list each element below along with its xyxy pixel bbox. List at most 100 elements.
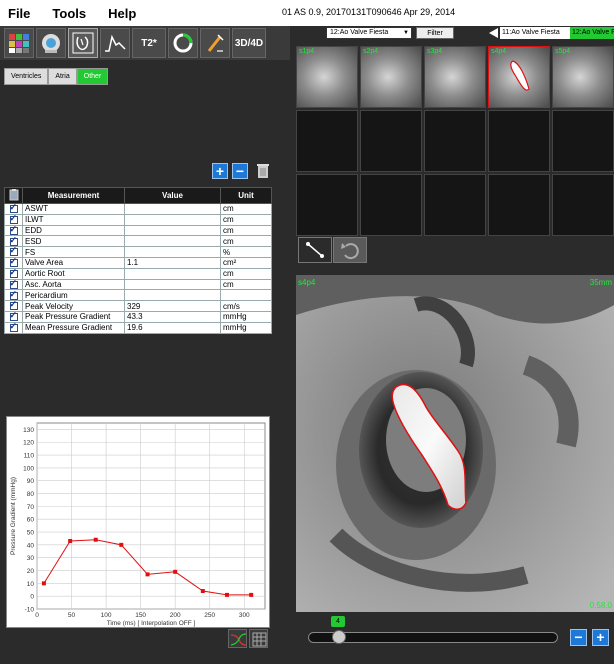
- table-header-row: Measurement Value Unit: [4, 187, 272, 204]
- checkmark-icon: [9, 299, 18, 311]
- previous-series-arrow-icon[interactable]: [489, 28, 498, 38]
- table-row[interactable]: FS%: [4, 245, 272, 258]
- phase-slider-value: 4: [331, 616, 345, 627]
- valve-contour-icon: [510, 60, 530, 91]
- measurement-unit: mmHg: [220, 321, 272, 334]
- data-point: [249, 592, 254, 597]
- myocardial-evaluation-tool[interactable]: [168, 28, 198, 58]
- measurement-unit: mmHg: [220, 310, 272, 323]
- menu-help[interactable]: Help: [108, 6, 136, 21]
- measurement-unit: cm: [220, 224, 272, 237]
- y-tick-label: 20: [27, 568, 35, 575]
- table-row[interactable]: Pericardium: [4, 289, 272, 302]
- x-tick-label: 300: [239, 612, 250, 619]
- checkmark-icon: [9, 278, 18, 289]
- table-row[interactable]: Mean Pressure Gradient19.6mmHg: [4, 321, 272, 334]
- thumbnail[interactable]: s5p4: [552, 46, 614, 108]
- current-series-label[interactable]: 12:Ao Valve Fiesta: [570, 27, 614, 39]
- measurement-value[interactable]: 43.3: [124, 310, 221, 323]
- zoom-out-button[interactable]: −: [570, 629, 587, 646]
- measurement-value[interactable]: [124, 224, 221, 237]
- thumbnail-label: s2p4: [363, 48, 379, 55]
- measurement-value[interactable]: 329: [124, 300, 221, 312]
- y-tick-label: 50: [27, 530, 35, 537]
- value-column-header: Value: [124, 187, 221, 204]
- measurement-value[interactable]: [124, 213, 221, 226]
- t2star-tool[interactable]: T2*: [132, 28, 166, 58]
- chart-svg: -1001020304050607080901001101201300 50 100…: [10, 422, 266, 627]
- image-viewport[interactable]: s4p4 35mm 0.58.0: [296, 275, 614, 612]
- add-measurement-button[interactable]: +: [212, 163, 228, 179]
- empty-cell: [296, 174, 358, 236]
- empty-cell: [488, 174, 550, 236]
- table-row[interactable]: Peak Velocity329cm/s: [4, 299, 272, 312]
- plot-area: [36, 422, 266, 610]
- table-row[interactable]: ASWT cm: [4, 202, 272, 215]
- measurement-value[interactable]: [124, 246, 221, 258]
- trash-icon[interactable]: [256, 163, 270, 179]
- table-view-button[interactable]: [249, 629, 268, 648]
- filter-button[interactable]: Filter: [416, 27, 454, 39]
- table-row[interactable]: ESD cm: [4, 235, 272, 248]
- table-row[interactable]: ILWT cm: [4, 213, 272, 226]
- phase-slider-handle[interactable]: [332, 630, 346, 644]
- table-row[interactable]: EDD cm: [4, 224, 272, 237]
- thumbnail-label: s1p4: [299, 48, 315, 55]
- analysis-tabs: Ventricles Atria Other: [4, 68, 109, 85]
- y-axis-label: Pressure Gradient (mmHg): [10, 477, 17, 555]
- measurement-value[interactable]: [124, 289, 221, 302]
- table-row[interactable]: Aortic Root cm: [4, 267, 272, 280]
- line-tool-button[interactable]: [298, 237, 332, 263]
- table-row[interactable]: Valve Area1.1cm²: [4, 256, 272, 269]
- measurement-value[interactable]: [124, 203, 221, 215]
- tab-atria[interactable]: Atria: [48, 68, 77, 85]
- measurement-value[interactable]: [124, 278, 221, 291]
- pressure-gradient-chart: -10 0 10 20 30 40 50 60 70 80 90 100 110 120 130 0 50 100…: [6, 416, 270, 628]
- table-row[interactable]: Peak Pressure Gradient43.3mmHg: [4, 310, 272, 323]
- pulse-wave-tool[interactable]: [200, 28, 230, 58]
- menu-file[interactable]: File: [8, 6, 30, 21]
- table-row[interactable]: Asc. Aorta cm: [4, 278, 272, 291]
- measurement-name: ILWT: [22, 213, 125, 226]
- tab-ventricles[interactable]: Ventricles: [4, 68, 49, 85]
- measurement-name: Valve Area: [22, 256, 125, 269]
- measurement-name: ASWT: [22, 203, 125, 215]
- series-dropdown[interactable]: 12:Ao Valve Fiesta: [326, 27, 412, 39]
- empty-cell: [296, 110, 358, 172]
- y-tick-label: 130: [23, 427, 34, 434]
- thumbnail[interactable]: s3p4: [424, 46, 486, 108]
- data-point: [93, 537, 98, 542]
- undo-button[interactable]: [333, 237, 367, 263]
- measurement-value[interactable]: [124, 235, 221, 248]
- function-analysis-tool[interactable]: [68, 28, 98, 58]
- threed-tool[interactable]: 3D/4D: [232, 28, 266, 58]
- measurement-name: Peak Velocity: [22, 300, 125, 312]
- checkmark-icon: [9, 267, 18, 279]
- report-tool[interactable]: [36, 28, 66, 58]
- remove-measurement-button[interactable]: −: [232, 163, 248, 179]
- measurement-value[interactable]: [124, 267, 221, 280]
- robot-head-icon: [42, 34, 60, 53]
- measurement-value[interactable]: 19.6: [124, 321, 221, 334]
- thumbnail[interactable]: s1p4: [296, 46, 358, 108]
- tab-other[interactable]: Other: [76, 68, 109, 85]
- viewport-label-topright: 35mm: [589, 278, 612, 287]
- image-viewer-tool[interactable]: [4, 28, 34, 58]
- measurement-name: FS: [22, 246, 125, 258]
- measurement-name: ESD: [22, 235, 125, 248]
- menu-tools[interactable]: Tools: [52, 6, 86, 21]
- zoom-in-button[interactable]: +: [592, 629, 609, 646]
- y-tick-label: 90: [27, 478, 35, 485]
- chart-icons: [228, 629, 270, 648]
- thumbnail-label: s3p4: [427, 48, 443, 55]
- checkmark-icon: [9, 289, 18, 300]
- curve-view-button[interactable]: [228, 629, 247, 648]
- export-header[interactable]: [4, 187, 23, 204]
- row-checkbox[interactable]: [4, 321, 23, 334]
- previous-series-label[interactable]: 11:Ao Valve Fiesta: [500, 27, 570, 39]
- measurement-value[interactable]: 1.1: [124, 256, 221, 269]
- y-tick-label: 30: [27, 555, 35, 562]
- thumbnail-selected[interactable]: s4p4: [488, 46, 550, 108]
- flow-analysis-tool[interactable]: [100, 28, 130, 58]
- thumbnail[interactable]: s2p4: [360, 46, 422, 108]
